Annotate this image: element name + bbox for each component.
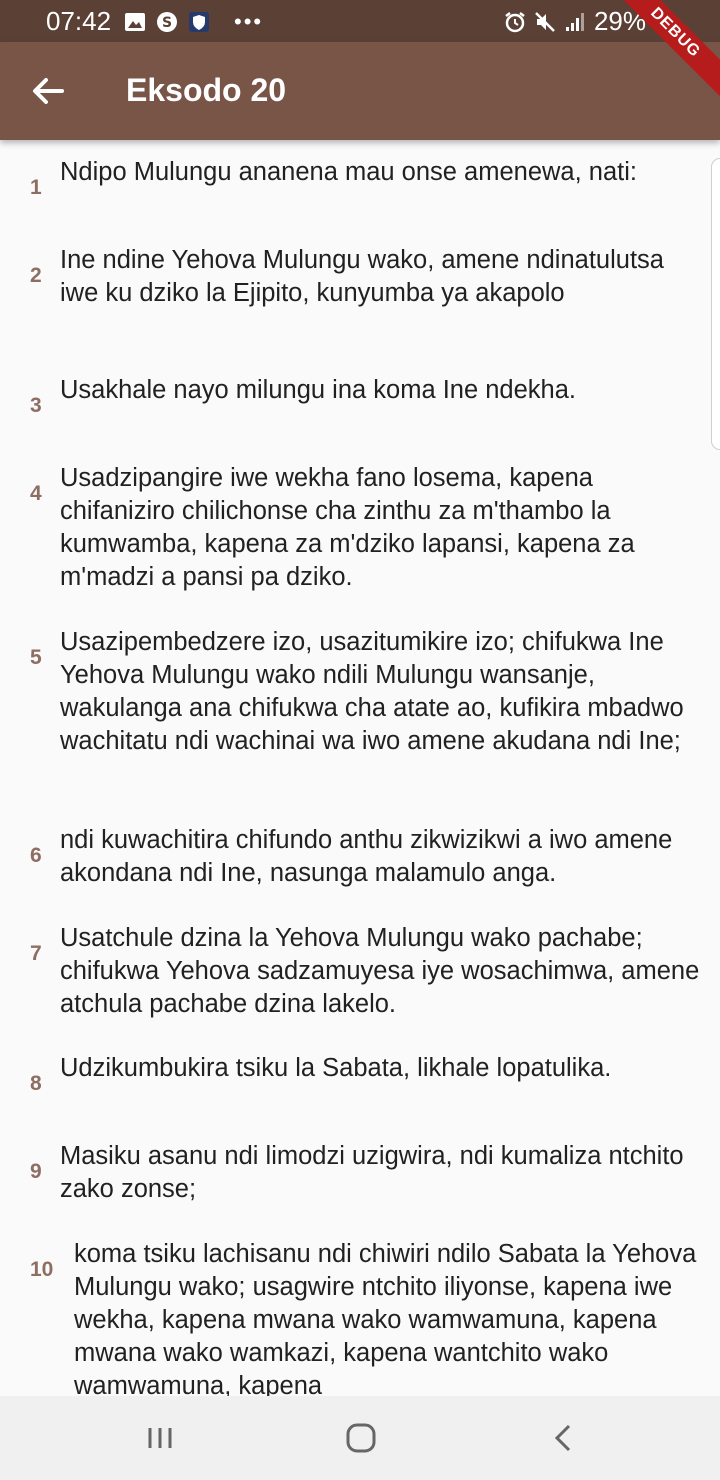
scrollbar[interactable]	[711, 158, 720, 450]
app-bar: Eksodo 20	[0, 42, 720, 140]
alarm-icon	[505, 11, 525, 32]
verse-number: 1	[30, 176, 42, 199]
shield-icon	[189, 12, 209, 32]
verse-number: 10	[30, 1258, 54, 1281]
verse-text: Udzikumbukira tsiku la Sabata, likhale l…	[60, 1054, 612, 1082]
system-nav-bar	[0, 1396, 720, 1480]
verse-number: 8	[30, 1072, 42, 1095]
image-icon	[125, 13, 145, 31]
verse-text: Usakhale nayo milungu ina koma Ine ndekh…	[60, 376, 576, 404]
verse-text: ndi kuwachitira chifundo anthu zikwizikw…	[60, 826, 673, 887]
more-notifications-dots: •••	[234, 9, 264, 34]
svg-text:S: S	[162, 15, 172, 31]
verse-text: Ine ndine Yehova Mulungu wako, amene ndi…	[60, 246, 664, 307]
verse-number: 2	[30, 264, 42, 287]
page-title: Eksodo 20	[126, 72, 287, 108]
verse-text: koma tsiku lachisanu ndi chiwiri ndilo S…	[74, 1240, 697, 1396]
verse-text: Masiku asanu ndi limodzi uzigwira, ndi k…	[60, 1142, 684, 1203]
home-icon[interactable]	[343, 1422, 379, 1454]
back-icon[interactable]	[546, 1422, 582, 1454]
verse-number: 4	[30, 482, 42, 505]
mute-icon	[535, 11, 555, 32]
verse-number: 3	[30, 394, 42, 417]
verse-text: Usadzipangire iwe wekha fano losema, kap…	[60, 464, 635, 591]
notification-icons: S •••	[124, 9, 263, 35]
verse-text: Ndipo Mulungu ananena mau onse amenewa, …	[60, 158, 637, 186]
verse-text: Usatchule dzina la Yehova Mulungu wako p…	[60, 924, 700, 1018]
s-icon: S	[157, 12, 177, 32]
verse-number: 6	[30, 844, 42, 867]
status-bar: 07:42 S ••• 29%	[0, 0, 720, 42]
verse-number: 7	[30, 942, 42, 965]
verse-list[interactable]: 1 Ndipo Mulungu ananena mau onse amenewa…	[0, 140, 720, 1396]
arrow-back-icon[interactable]	[24, 66, 74, 116]
status-time: 07:42	[46, 6, 112, 36]
recent-apps-icon[interactable]	[142, 1422, 178, 1454]
verse-number: 9	[30, 1160, 42, 1183]
verse-text: Usazipembedzere izo, usazitumikire izo; …	[60, 628, 684, 755]
signal-icon	[565, 12, 584, 31]
verse-number: 5	[30, 646, 42, 669]
